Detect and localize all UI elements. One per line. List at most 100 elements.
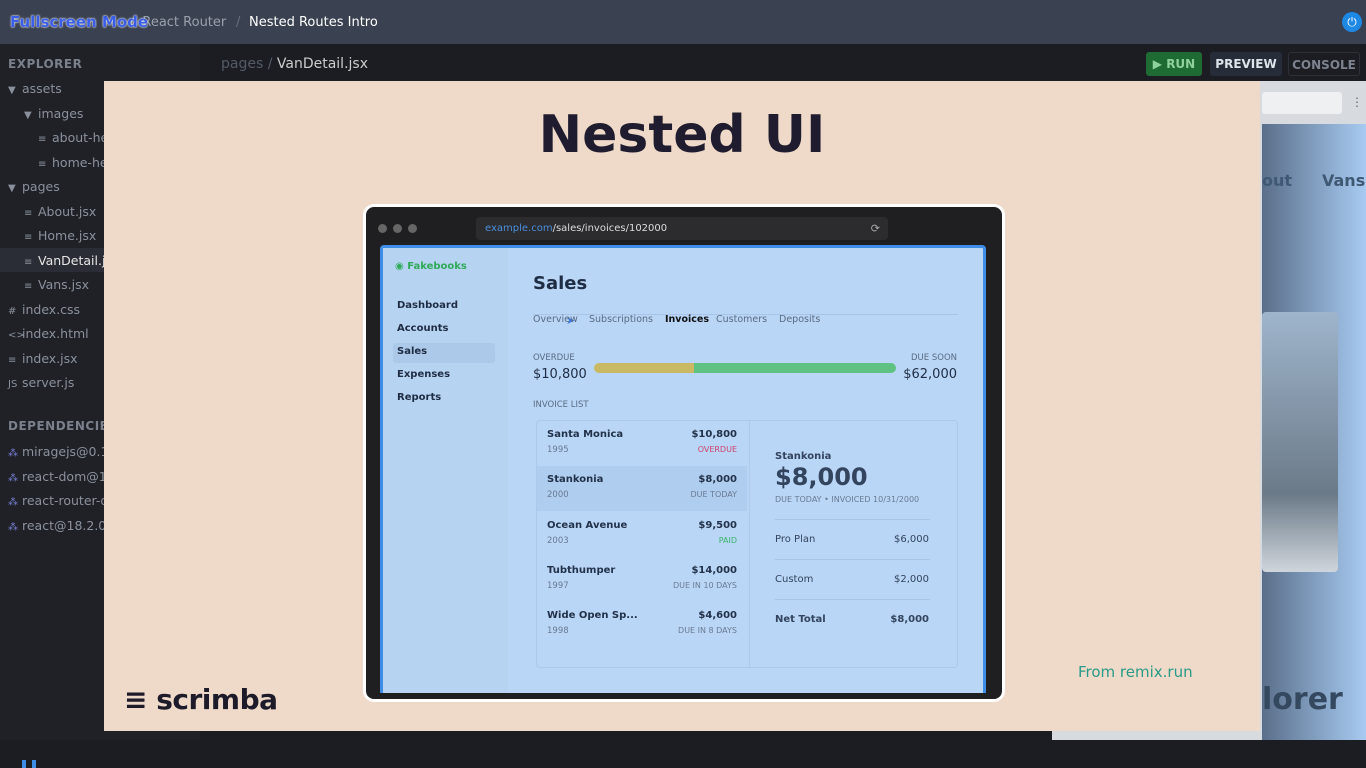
dependencies-title: DEPENDENCIES	[8, 419, 118, 433]
dependency-name: react-dom@18	[22, 468, 115, 484]
package-icon: ⁂	[8, 497, 18, 508]
invoice-year: 2000	[547, 490, 569, 501]
tab-deposits[interactable]: Deposits	[779, 314, 820, 325]
pause-icon[interactable]	[22, 760, 36, 768]
invoice-amount: $10,800	[691, 429, 737, 440]
fullscreen-mode-label: Fullscreen Mode	[10, 13, 149, 31]
package-icon: ⁂	[8, 448, 18, 459]
run-button[interactable]: ▶ RUN	[1146, 52, 1202, 76]
preview-url-bar[interactable]	[1262, 92, 1342, 114]
fakebooks-app: ◉ Fakebooks Dashboard Accounts Sales Expens…	[380, 245, 986, 693]
file-tree-item[interactable]: JS server.js	[8, 375, 74, 390]
breadcrumb-separator: /	[236, 15, 241, 30]
file-name: Home.jsx	[38, 228, 97, 243]
list-divider	[749, 421, 750, 667]
file-icon: ≡	[24, 207, 33, 219]
file-icon: ▼	[8, 85, 16, 96]
detail-divider	[775, 599, 930, 600]
file-name: images	[38, 105, 84, 121]
bottom-bar	[0, 740, 1366, 768]
package-icon: ⁂	[8, 472, 18, 484]
overdue-label: OVERDUE	[533, 353, 575, 363]
detail-meta: DUE TODAY • INVOICED 10/31/2000	[775, 495, 920, 504]
preview-nav-about[interactable]: out	[1262, 171, 1292, 190]
tab-invoices[interactable]: Invoices	[665, 314, 709, 325]
overdue-segment	[594, 363, 694, 373]
overdue-amount: $10,800	[533, 367, 587, 382]
file-name: assets	[22, 81, 62, 96]
file-tree-item[interactable]: ≡ About.jsx	[24, 204, 96, 219]
mock-url-bar: example.com/sales/invoices/102000 ⟳	[476, 217, 888, 240]
invoice-status: PAID	[718, 535, 737, 545]
invoice-name: Stankonia	[547, 474, 604, 486]
nav-item-sales[interactable]: Sales	[397, 346, 427, 357]
preview-footer-text: lorer	[1262, 682, 1343, 717]
invoice-name: Santa Monica	[547, 429, 624, 440]
dependency-item[interactable]: ⁂ react-router-d	[8, 493, 108, 508]
invoice-status: DUE IN 8 DAYS	[678, 626, 737, 636]
file-name: About.jsx	[38, 203, 97, 219]
tab-customers[interactable]: Customers	[716, 314, 767, 325]
file-icon: ≡	[24, 232, 33, 243]
nav-item-reports[interactable]: Reports	[397, 392, 441, 403]
reload-icon: ⟳	[870, 222, 880, 235]
due-soon-label: DUE SOON	[911, 353, 957, 363]
console-tab[interactable]: CONSOLE	[1288, 52, 1360, 76]
invoice-list-label: INVOICE LIST	[533, 400, 589, 410]
power-icon[interactable]: ⏻	[1342, 12, 1362, 32]
file-name: about-he	[52, 130, 109, 145]
file-tree-item[interactable]: ≡ Home.jsx	[24, 228, 96, 243]
invoice-row[interactable]: Santa Monica 1995 $10,800 OVERDUE	[537, 421, 747, 466]
detail-line-value: $8,000	[890, 614, 929, 625]
invoice-status: DUE IN 10 DAYS	[672, 580, 737, 590]
file-path: pages / VanDetail.jsx	[221, 56, 368, 72]
file-name: index.jsx	[22, 350, 78, 366]
invoice-row[interactable]: Ocean Avenue 2003 $9,500 PAID	[537, 512, 747, 557]
invoice-name: Tubthumper	[547, 564, 616, 576]
invoice-row[interactable]: Tubthumper 1997 $14,000 DUE IN 10 DAYS	[537, 557, 747, 602]
van-image	[1262, 312, 1338, 572]
detail-divider	[775, 559, 930, 560]
file-tree-item[interactable]: <>index.html	[8, 326, 89, 341]
dependency-name: react@18.2.0	[22, 517, 107, 533]
invoice-amount: $8,000	[698, 474, 737, 486]
detail-divider	[775, 519, 930, 520]
dependency-item[interactable]: ⁂ react-dom@18	[8, 469, 115, 484]
nav-item-accounts[interactable]: Accounts	[397, 323, 448, 334]
nav-item-dashboard[interactable]: Dashboard	[397, 300, 458, 311]
invoice-status: DUE TODAY	[690, 490, 737, 500]
file-tree-item[interactable]: ▼ assets	[8, 81, 62, 96]
dependency-item[interactable]: ⁂ react@18.2.0	[8, 518, 106, 533]
more-icon[interactable]: ⋮	[1351, 95, 1363, 109]
dependency-name: react-router-d	[22, 493, 109, 508]
file-tree-item[interactable]: ≡ index.jsx	[8, 351, 78, 366]
file-tree-item[interactable]: ▼ pages	[8, 179, 60, 194]
due-soon-amount: $62,000	[903, 367, 957, 382]
file-tree-item[interactable]: ≡ Vans.jsx	[24, 277, 89, 292]
file-icon: ≡	[24, 281, 33, 292]
file-icon: #	[8, 305, 17, 317]
detail-line-label: Custom	[775, 574, 814, 585]
breadcrumb-lesson: Nested Routes Intro	[249, 15, 378, 30]
file-name: server.js	[22, 375, 75, 390]
overdue-progress-bar	[594, 363, 896, 373]
preview-tab[interactable]: PREVIEW	[1210, 52, 1282, 76]
fakebooks-logo: ◉ Fakebooks	[395, 261, 467, 272]
tab-overview[interactable]: Overview	[533, 314, 578, 325]
invoice-year: 1997	[547, 580, 569, 591]
scrimba-logo: ≡ scrimba	[124, 683, 278, 716]
invoice-row[interactable]: Wide Open Sp... 1998 $4,600 DUE IN 8 DAYS	[537, 602, 747, 647]
invoice-row[interactable]: Stankonia 2000 $8,000 DUE TODAY	[537, 466, 747, 512]
file-tree-item[interactable]: ≡ about-he	[38, 130, 108, 145]
file-tree-item[interactable]: # index.css	[8, 302, 80, 317]
file-name: index.css	[22, 301, 81, 317]
file-tree-item[interactable]: ▼ images	[24, 106, 83, 121]
invoice-year: 1998	[547, 626, 569, 637]
preview-nav-vans[interactable]: Vans	[1322, 171, 1365, 190]
invoice-amount: $14,000	[691, 564, 737, 576]
tab-subscriptions[interactable]: Subscriptions	[589, 314, 653, 325]
file-name: pages	[22, 179, 60, 194]
detail-amount: $8,000	[775, 463, 868, 491]
nav-item-expenses[interactable]: Expenses	[397, 369, 450, 380]
file-tree-item[interactable]: ≡ home-he	[38, 155, 108, 170]
